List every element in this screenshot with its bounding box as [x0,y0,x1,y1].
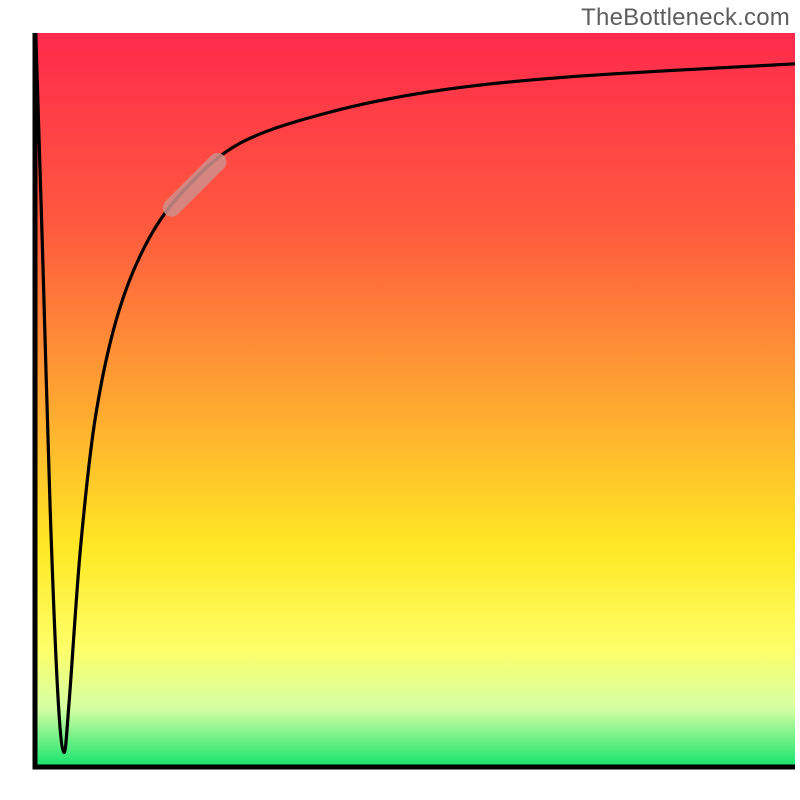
plot-background [35,33,795,767]
watermark-text: TheBottleneck.com [581,4,790,32]
chart-stage: TheBottleneck.com [0,0,800,800]
chart-svg [0,0,800,800]
